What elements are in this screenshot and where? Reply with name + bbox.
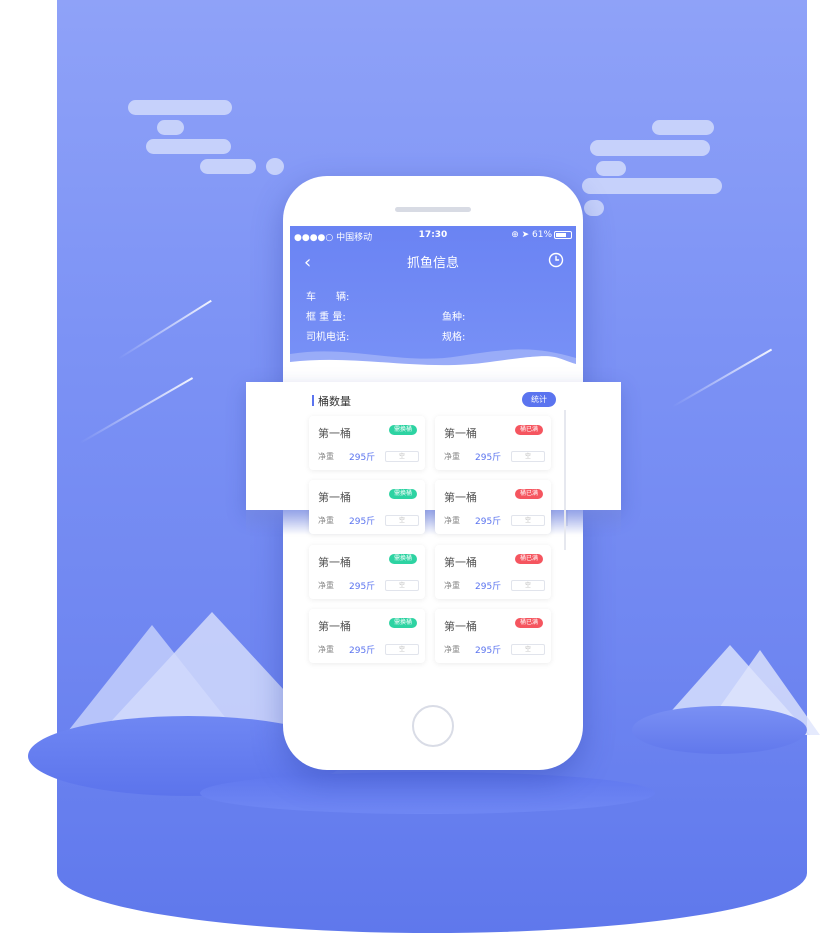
- net-weight-label: 净重: [318, 452, 334, 461]
- status-bar: ●●●●○ 中国移动 17:30 ⊕ ➤ 61%: [294, 230, 572, 244]
- net-weight-value: 295斤: [349, 453, 376, 463]
- bucket-status-badge: 桶已满: [514, 489, 543, 499]
- frame-weight-label: 框 重 量:: [306, 312, 346, 323]
- bucket-input-field[interactable]: 空: [385, 644, 419, 655]
- bucket-status-badge: 需换桶: [388, 425, 417, 435]
- net-weight-label: 净重: [318, 581, 334, 590]
- bucket-card[interactable]: 第一桶 需换桶净重 295斤空: [309, 480, 425, 534]
- cloud-shape: [200, 159, 256, 174]
- section-accent-bar: [312, 395, 314, 406]
- bucket-input-field[interactable]: 空: [511, 580, 545, 591]
- bucket-title: 第一桶: [318, 556, 351, 569]
- net-weight-label: 净重: [318, 516, 334, 525]
- ground-ellipse: [200, 772, 655, 814]
- ground-ellipse: [632, 706, 807, 754]
- net-weight-value: 295斤: [349, 582, 376, 592]
- bucket-title: 第一桶: [318, 491, 351, 504]
- stat-button[interactable]: 统计: [522, 392, 556, 407]
- bucket-title: 第一桶: [318, 620, 351, 633]
- bucket-card[interactable]: 第一桶 需换桶净重 295斤空: [309, 416, 425, 470]
- bucket-input-field[interactable]: 空: [511, 644, 545, 655]
- bucket-status-badge: 需换桶: [388, 618, 417, 628]
- net-weight-label: 净重: [318, 645, 334, 654]
- net-weight-value: 295斤: [475, 646, 502, 656]
- net-weight-label: 净重: [444, 581, 460, 590]
- bucket-title: 第一桶: [318, 427, 351, 440]
- bucket-title: 第一桶: [444, 427, 477, 440]
- bucket-card[interactable]: 第一桶 桶已满净重 295斤空: [435, 609, 551, 663]
- page-title: 抓鱼信息: [406, 256, 459, 271]
- bucket-status-badge: 桶已满: [514, 554, 543, 564]
- bucket-input-field[interactable]: 空: [385, 515, 419, 526]
- bucket-status-badge: 需换桶: [388, 489, 417, 499]
- net-weight-value: 295斤: [349, 646, 376, 656]
- bucket-input-field[interactable]: 空: [511, 451, 545, 462]
- cloud-shape: [590, 140, 710, 156]
- scrollbar-track: [564, 410, 566, 550]
- spec-label: 规格:: [442, 332, 466, 343]
- bucket-status-badge: 桶已满: [514, 425, 543, 435]
- cloud-shape: [128, 100, 232, 115]
- cloud-shape: [652, 120, 714, 135]
- cloud-shape: [146, 139, 231, 154]
- net-weight-value: 295斤: [475, 517, 502, 527]
- net-weight-label: 净重: [444, 645, 460, 654]
- bucket-status-badge: 需换桶: [388, 554, 417, 564]
- cloud-shape: [266, 158, 284, 175]
- status-right: ⊕ ➤ 61%: [511, 230, 572, 240]
- bucket-title: 第一桶: [444, 491, 477, 504]
- bucket-card[interactable]: 第一桶 需换桶净重 295斤空: [309, 545, 425, 599]
- vehicle-label: 车 辆:: [306, 292, 350, 303]
- header-panel: ●●●●○ 中国移动 17:30 ⊕ ➤ 61% ‹ 抓鱼信息 车 辆: 框 重…: [290, 226, 576, 374]
- header-wave: [290, 349, 576, 374]
- bucket-card[interactable]: 第一桶 桶已满净重 295斤空: [435, 545, 551, 599]
- bucket-input-field[interactable]: 空: [511, 515, 545, 526]
- battery-label: ⊕ ➤ 61%: [511, 230, 552, 240]
- bucket-input-field[interactable]: 空: [385, 451, 419, 462]
- bucket-card[interactable]: 第一桶 桶已满净重 295斤空: [435, 416, 551, 470]
- bucket-title: 第一桶: [444, 620, 477, 633]
- cloud-shape: [584, 200, 604, 216]
- net-weight-label: 净重: [444, 452, 460, 461]
- net-weight-value: 295斤: [475, 453, 502, 463]
- cloud-shape: [596, 161, 626, 176]
- bucket-card[interactable]: 第一桶 需换桶净重 295斤空: [309, 609, 425, 663]
- net-weight-value: 295斤: [349, 517, 376, 527]
- bucket-card[interactable]: 第一桶 桶已满净重 295斤空: [435, 480, 551, 534]
- cloud-shape: [157, 120, 184, 135]
- home-button[interactable]: [412, 705, 454, 747]
- bucket-status-badge: 桶已满: [514, 618, 543, 628]
- bucket-input-field[interactable]: 空: [385, 580, 419, 591]
- net-weight-label: 净重: [444, 516, 460, 525]
- fish-type-label: 鱼种:: [442, 312, 466, 323]
- section-title: 桶数量: [318, 395, 351, 408]
- battery-icon: [554, 230, 572, 239]
- net-weight-value: 295斤: [475, 582, 502, 592]
- cloud-shape: [582, 178, 722, 194]
- promo-stage: ●●●●○ 中国移动 17:30 ⊕ ➤ 61% ‹ 抓鱼信息 车 辆: 框 重…: [0, 0, 825, 933]
- clock-icon[interactable]: [548, 252, 564, 268]
- phone-speaker: [395, 207, 471, 212]
- driver-phone-label: 司机电话:: [306, 332, 350, 343]
- bucket-title: 第一桶: [444, 556, 477, 569]
